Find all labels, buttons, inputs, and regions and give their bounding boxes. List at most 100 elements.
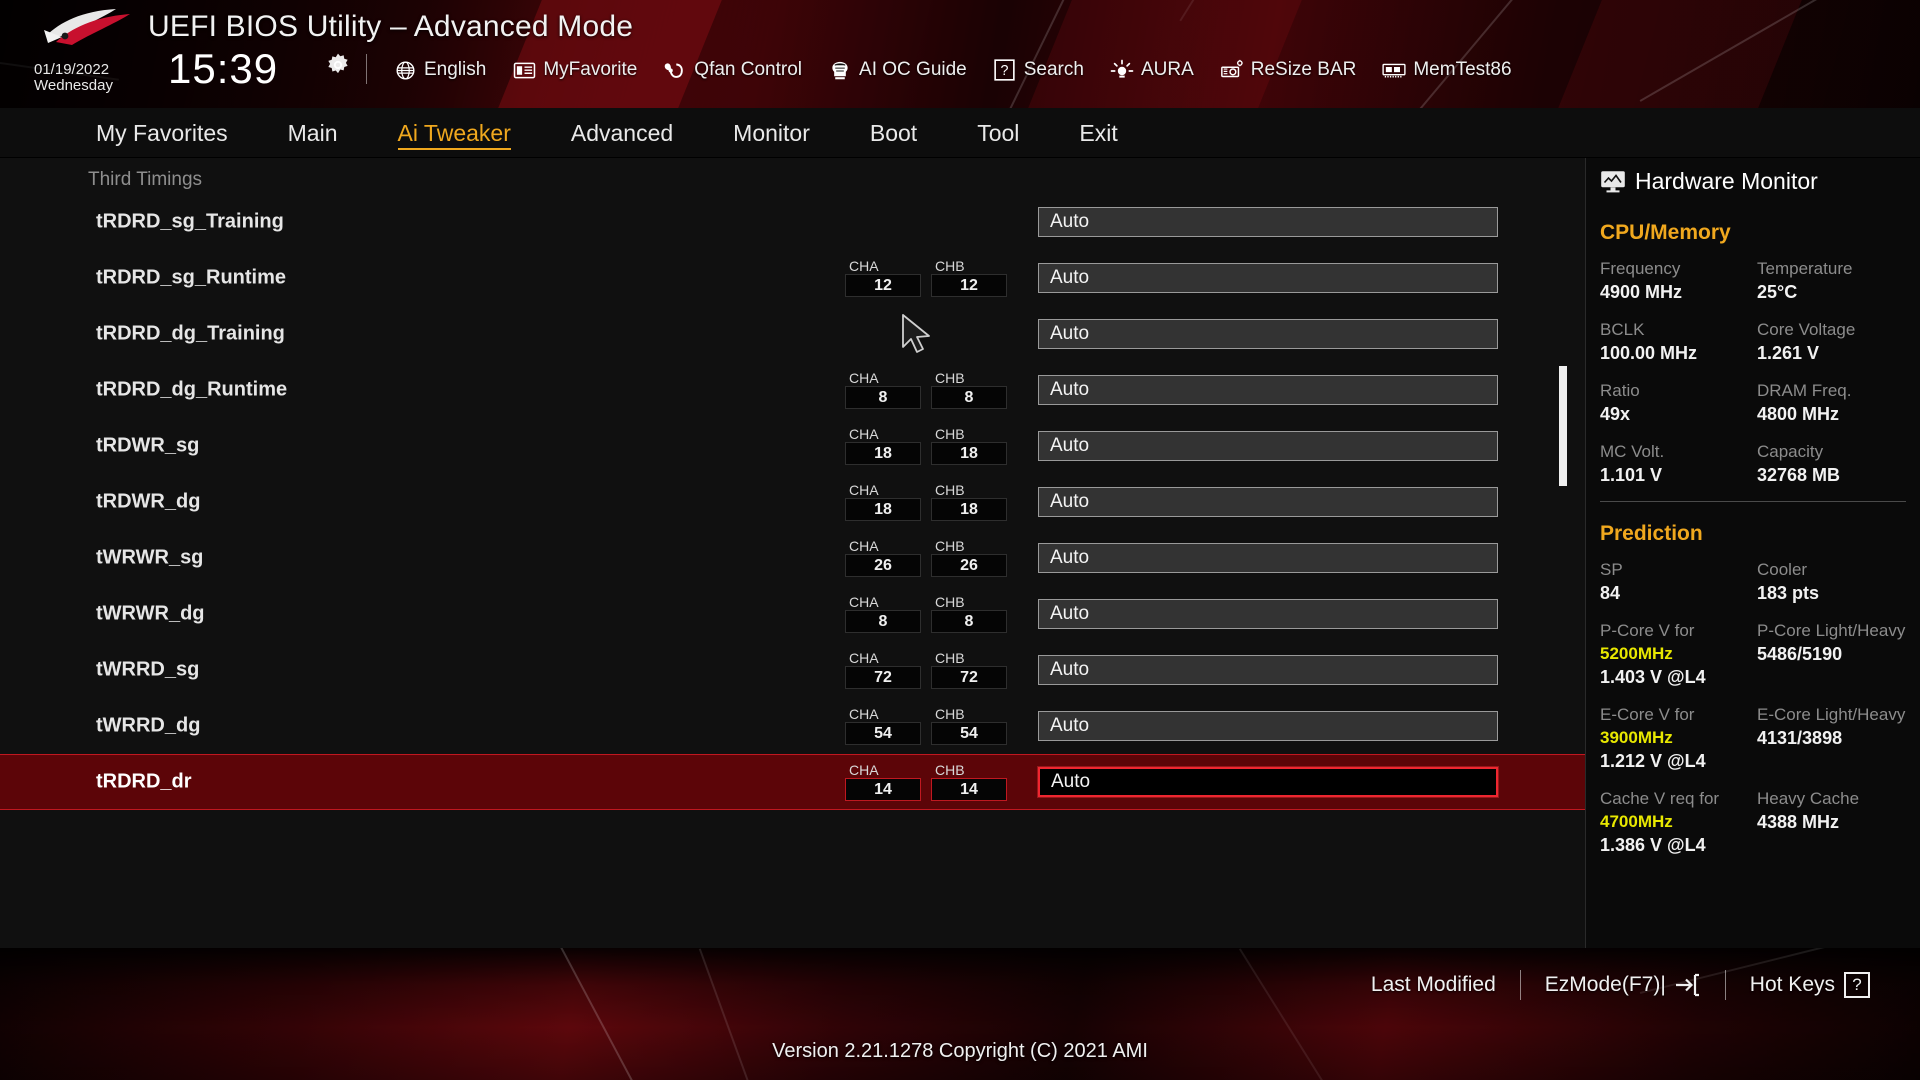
settings-row-label: tRDWR_sg: [96, 434, 200, 457]
version-text: Version 2.21.1278 Copyright (C) 2021 AMI: [772, 1040, 1148, 1062]
page-title: UEFI BIOS Utility – Advanced Mode: [148, 10, 634, 43]
settings-value-field[interactable]: Auto: [1038, 711, 1498, 741]
settings-row[interactable]: tRDRD_sg_Training Auto: [0, 194, 1585, 250]
channel-a-value: 12: [845, 274, 921, 297]
channel-values-group: CHA 18 CHB 18: [845, 483, 1007, 521]
settings-row-label: tRDWR_dg: [96, 490, 201, 513]
toolbar-item-myfavorite[interactable]: MyFavorite: [499, 54, 650, 86]
toolbar-item-qfan-control[interactable]: Qfan Control: [650, 54, 815, 86]
settings-value-field[interactable]: Auto: [1038, 263, 1498, 293]
channel-a-value: 18: [845, 442, 921, 465]
ezmode-label: EzMode(F7)|: [1544, 973, 1666, 996]
toolbar-label: MemTest86: [1413, 59, 1512, 80]
sidebar-metric: BCLK 100.00 MHz: [1600, 318, 1757, 365]
sidebar-metric-value: 25°C: [1757, 282, 1798, 302]
sidebar-prediction-right-key: P-Core Light/Heavy: [1757, 621, 1906, 640]
toolbar-label: ReSize BAR: [1250, 59, 1357, 80]
settings-value-field[interactable]: Auto: [1038, 207, 1498, 237]
channel-values-group: CHA 14 CHB 14: [845, 763, 1007, 801]
sidebar-section-title: Prediction: [1600, 522, 1703, 545]
settings-row[interactable]: tRDRD_dg_Runtime CHA 8 CHB 8 Auto: [0, 362, 1585, 418]
settings-row[interactable]: tRDWR_sg CHA 18 CHB 18 Auto: [0, 418, 1585, 474]
nav-tab-monitor[interactable]: Monitor: [703, 108, 840, 158]
channel-a-cell: CHA 14: [845, 763, 921, 801]
sidebar-title-text: Hardware Monitor: [1635, 168, 1818, 194]
channel-values-group: CHA 8 CHB 8: [845, 595, 1007, 633]
toolbar-label: AURA: [1140, 59, 1194, 80]
settings-row-label: tRDRD_dg_Runtime: [96, 378, 288, 401]
sidebar-metric-key: DRAM Freq.: [1757, 381, 1852, 400]
channel-a-cell: CHA 72: [845, 651, 921, 689]
settings-value-field[interactable]: Auto: [1038, 543, 1498, 573]
nav-tab-my-favorites[interactable]: My Favorites: [66, 108, 258, 158]
sidebar-prediction-left: E-Core V for 3900MHz 1.212 V @L4: [1600, 703, 1757, 773]
settings-row[interactable]: tWRRD_sg CHA 72 CHB 72 Auto: [0, 642, 1585, 698]
nav-tab-main[interactable]: Main: [258, 108, 368, 158]
settings-row[interactable]: tRDWR_dg CHA 18 CHB 18 Auto: [0, 474, 1585, 530]
nav-tab-ai-tweaker[interactable]: Ai Tweaker: [368, 108, 541, 158]
sidebar-metric-value: 4800 MHz: [1757, 404, 1840, 424]
sidebar-prediction-right-value: 4388 MHz: [1757, 812, 1840, 832]
settings-row[interactable]: tRDRD_dg_Training Auto: [0, 306, 1585, 362]
header-toolbar: English MyFavorite Qfan Control AI OC Gu…: [380, 54, 1525, 86]
toolbar-item-memtest86[interactable]: MemTest86: [1369, 54, 1524, 86]
content-scrollbar[interactable]: [1559, 158, 1567, 948]
hotkeys-button[interactable]: Hot Keys ?: [1726, 972, 1894, 998]
settings-row-selected[interactable]: tRDRD_dr CHA 14 CHB 14 Auto: [0, 754, 1585, 810]
channel-b-cell: CHB 18: [931, 483, 1007, 521]
dimm-icon: [1382, 59, 1406, 81]
settings-row[interactable]: tWRWR_sg CHA 26 CHB 26 Auto: [0, 530, 1585, 586]
last-modified-button[interactable]: Last Modified: [1347, 973, 1520, 997]
sidebar-metric-pair: MC Volt. 1.101 V Capacity 32768 MB: [1600, 440, 1920, 487]
settings-value-field[interactable]: Auto: [1038, 487, 1498, 517]
settings-value-field[interactable]: Auto: [1038, 431, 1498, 461]
toolbar-label: Qfan Control: [694, 59, 803, 80]
channel-b-cell: CHB 12: [931, 259, 1007, 297]
channel-a-value: 26: [845, 554, 921, 577]
channel-values-group: CHA 72 CHB 72: [845, 651, 1007, 689]
channel-b-cell: CHB 8: [931, 371, 1007, 409]
settings-row[interactable]: tRDRD_sg_Runtime CHA 12 CHB 12 Auto: [0, 250, 1585, 306]
toolbar-item-ai-oc-guide[interactable]: AI OC Guide: [815, 54, 980, 86]
channel-b-value: 72: [931, 666, 1007, 689]
nav-tab-advanced[interactable]: Advanced: [541, 108, 703, 158]
settings-row[interactable]: tWRWR_dg CHA 8 CHB 8 Auto: [0, 586, 1585, 642]
toolbar-item-english[interactable]: English: [380, 54, 499, 86]
channel-a-cell: CHA 12: [845, 259, 921, 297]
sidebar-prediction-left: P-Core V for 5200MHz 1.403 V @L4: [1600, 619, 1757, 689]
sidebar-metric-pair: BCLK 100.00 MHz Core Voltage 1.261 V: [1600, 318, 1920, 365]
channel-a-caption: CHA: [849, 650, 879, 666]
gear-icon[interactable]: [325, 52, 351, 78]
toolbar-item-aura[interactable]: AURA: [1097, 54, 1207, 86]
settings-value-field[interactable]: Auto: [1038, 767, 1498, 797]
sidebar-metric-value: 84: [1600, 583, 1621, 603]
sidebar-metric-key: Core Voltage: [1757, 320, 1856, 339]
settings-row[interactable]: tWRRD_dg CHA 54 CHB 54 Auto: [0, 698, 1585, 754]
prediction-key-prefix: Cache V req for: [1600, 789, 1720, 808]
settings-value-field[interactable]: Auto: [1038, 319, 1498, 349]
channel-b-cell: CHB 26: [931, 539, 1007, 577]
sidebar-metric: Temperature 25°C: [1757, 257, 1914, 304]
monitor-icon: [1601, 171, 1625, 193]
globe-icon: [393, 59, 417, 81]
channel-b-value: 18: [931, 442, 1007, 465]
settings-value-field[interactable]: Auto: [1038, 375, 1498, 405]
toolbar-item-resize-bar[interactable]: ReSize BAR: [1207, 54, 1370, 86]
settings-value-field[interactable]: Auto: [1038, 599, 1498, 629]
hotkeys-label: Hot Keys: [1749, 973, 1835, 996]
sidebar-prediction-left: Cache V req for 4700MHz 1.386 V @L4: [1600, 787, 1757, 857]
sidebar-metric-value: 49x: [1600, 404, 1631, 424]
channel-a-cell: CHA 8: [845, 595, 921, 633]
settings-value-field[interactable]: Auto: [1038, 655, 1498, 685]
toolbar-item-search[interactable]: ? Search: [980, 54, 1097, 86]
last-modified-label: Last Modified: [1370, 973, 1496, 996]
ezmode-button[interactable]: EzMode(F7)|: [1521, 973, 1725, 997]
scrollbar-thumb[interactable]: [1559, 366, 1567, 486]
nav-tab-tool[interactable]: Tool: [947, 108, 1049, 158]
sidebar-metric-value: 1.261 V: [1757, 343, 1820, 363]
sidebar-prediction-value: 1.212 V @L4: [1600, 751, 1706, 771]
sidebar-metric-key: Temperature: [1757, 259, 1853, 278]
nav-tab-exit[interactable]: Exit: [1049, 108, 1147, 158]
brain-icon: [828, 59, 852, 81]
nav-tab-boot[interactable]: Boot: [840, 108, 947, 158]
